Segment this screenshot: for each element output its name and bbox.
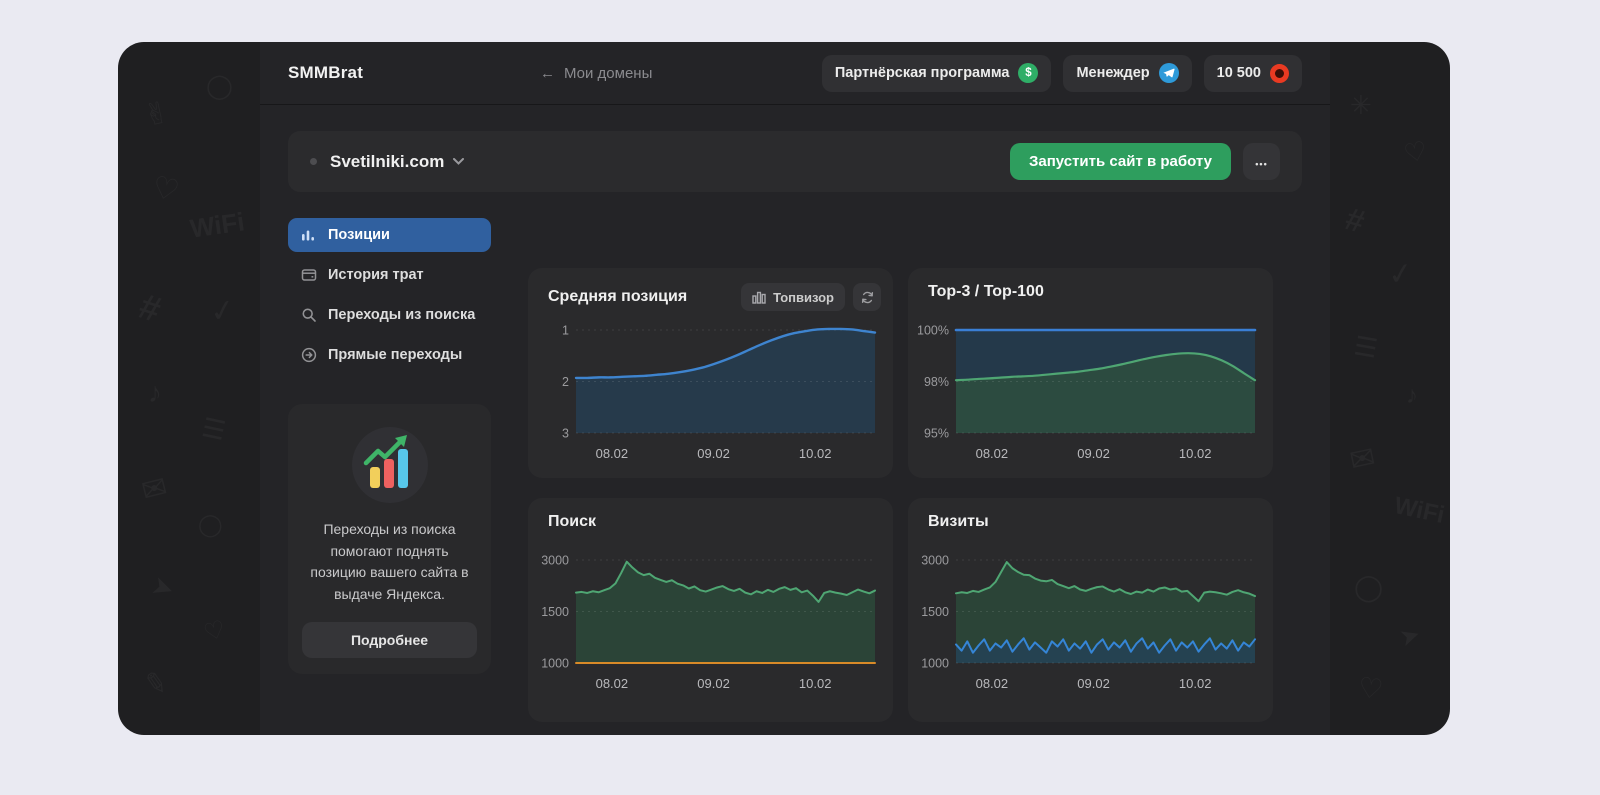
svg-text:100%: 100%: [917, 324, 949, 338]
growth-chart-icon: [351, 427, 428, 503]
chevron-down-icon: [453, 158, 465, 165]
top3-top100-card: Top-3 / Top-100 100% 98% 95% 08.02 09.02 10.0…: [908, 268, 1273, 478]
brand-logo: SMMBrat: [288, 63, 364, 82]
more-options-button[interactable]: •••: [1243, 143, 1280, 180]
svg-text:98%: 98%: [924, 375, 949, 389]
search-icon: [300, 307, 317, 324]
svg-text:1500: 1500: [541, 605, 569, 619]
back-arrow-icon: ←: [540, 64, 555, 82]
app-surface: SMMBrat ← Мои домены Партнёрская програм…: [260, 42, 1330, 735]
promo-card: Переходы из поиска помогают поднять пози…: [288, 404, 491, 674]
sidebar-item-label: История трат: [328, 267, 424, 283]
svg-text:10.02: 10.02: [799, 676, 832, 691]
chart-title: Визиты: [928, 513, 989, 530]
top-header: SMMBrat ← Мои домены Партнёрская програм…: [260, 42, 1330, 105]
svg-text:3: 3: [562, 427, 569, 441]
avg-position-card: Средняя позиция Топвизор 1 2 3 08.02 09.02 10…: [528, 268, 893, 478]
sidebar-item-spend-history[interactable]: История трат: [288, 258, 491, 292]
svg-text:09.02: 09.02: [1077, 676, 1110, 691]
manager-label: Менеждер: [1076, 65, 1150, 81]
domain-actions: Запустить сайт в работу •••: [1009, 143, 1280, 180]
svg-text:09.02: 09.02: [697, 676, 730, 691]
domain-bar: Svetilniki.com Запустить сайт в работу •…: [288, 131, 1302, 192]
svg-text:3000: 3000: [921, 554, 949, 568]
svg-text:08.02: 08.02: [596, 446, 629, 461]
back-to-domains-link[interactable]: ← Мои домены: [540, 65, 652, 82]
header-actions: Партнёрская программа $ Менеждер 10 500: [821, 54, 1302, 92]
more-dots-icon: •••: [1255, 159, 1268, 169]
topvisor-label: Топвизор: [773, 289, 834, 305]
domain-selector[interactable]: Svetilniki.com: [330, 151, 465, 172]
manager-button[interactable]: Менеждер: [1063, 54, 1192, 92]
chart-title: Top-3 / Top-100: [928, 283, 1044, 300]
sidebar-item-search-traffic[interactable]: Переходы из поиска: [288, 298, 491, 332]
svg-text:1500: 1500: [921, 605, 949, 619]
coin-icon: [1270, 63, 1289, 83]
mini-bars-icon: [752, 291, 766, 304]
sidebar-item-label: Переходы из поиска: [328, 307, 476, 323]
balance-amount: 10 500: [1216, 65, 1261, 81]
top3-top100-chart: 100% 98% 95% 08.02 09.02 10.02: [916, 316, 1265, 474]
sidebar-item-label: Позиции: [328, 227, 390, 243]
domain-status-dot: [310, 158, 317, 165]
balance-badge[interactable]: 10 500: [1203, 54, 1302, 92]
svg-text:1: 1: [562, 324, 569, 338]
svg-text:08.02: 08.02: [976, 676, 1009, 691]
svg-text:08.02: 08.02: [976, 446, 1009, 461]
wallet-icon: [300, 267, 317, 284]
svg-text:09.02: 09.02: [1077, 446, 1110, 461]
dollar-icon: $: [1018, 63, 1039, 83]
charts-grid: Средняя позиция Топвизор 1 2 3 08.02 09.02 10…: [528, 268, 1273, 722]
sidebar-item-label: Прямые переходы: [328, 347, 463, 363]
svg-text:08.02: 08.02: [596, 676, 629, 691]
partner-program-label: Партнёрская программа: [834, 65, 1010, 81]
svg-text:1000: 1000: [921, 657, 949, 671]
sidebar-item-direct-traffic[interactable]: Прямые переходы: [288, 338, 491, 372]
app-window: ✌◯♡WiFi#✓♪☰✉◯➤♡✎✳♡#✓☰♪✉WiFi◯➤♡ SMMBrat ←…: [118, 42, 1450, 735]
avg-position-chart: 1 2 3 08.02 09.02 10.02: [536, 316, 885, 474]
promo-details-button[interactable]: Подробнее: [302, 621, 477, 658]
partner-program-button[interactable]: Партнёрская программа $: [821, 54, 1052, 92]
svg-text:10.02: 10.02: [1179, 676, 1212, 691]
visits-chart: 3000 1500 1000 08.02 09.02 10.02: [916, 546, 1265, 718]
refresh-icon: [861, 291, 873, 303]
svg-text:10.02: 10.02: [799, 446, 832, 461]
sidebar-nav: Позиции История трат Переходы из поиска …: [288, 218, 491, 378]
promo-text: Переходы из поиска помогают поднять пози…: [310, 521, 469, 603]
chart-title: Средняя позиция: [548, 288, 688, 305]
bar-chart-icon: [300, 227, 317, 244]
refresh-button[interactable]: [853, 283, 881, 311]
chart-title: Поиск: [548, 513, 597, 530]
launch-site-button[interactable]: Запустить сайт в работу: [1009, 143, 1231, 180]
visits-card: Визиты 3000 1500 1000 08.02 09.02 10.02: [908, 498, 1273, 722]
svg-text:95%: 95%: [924, 427, 949, 441]
telegram-icon: [1158, 63, 1179, 83]
svg-text:09.02: 09.02: [697, 446, 730, 461]
svg-text:1000: 1000: [541, 657, 569, 671]
topvisor-badge[interactable]: Топвизор: [741, 283, 845, 311]
arrow-circle-icon: [300, 347, 317, 364]
svg-text:10.02: 10.02: [1179, 446, 1212, 461]
back-link-label: Мои домены: [564, 64, 653, 82]
domain-name-label: Svetilniki.com: [330, 151, 445, 171]
sidebar-item-positions[interactable]: Позиции: [288, 218, 491, 252]
svg-text:2: 2: [562, 375, 569, 389]
svg-text:3000: 3000: [541, 554, 569, 568]
search-chart: 3000 1500 1000 08.02 09.02 10.02: [536, 546, 885, 718]
search-card: Поиск 3000 1500 1000 08.02 09.02 10.02: [528, 498, 893, 722]
